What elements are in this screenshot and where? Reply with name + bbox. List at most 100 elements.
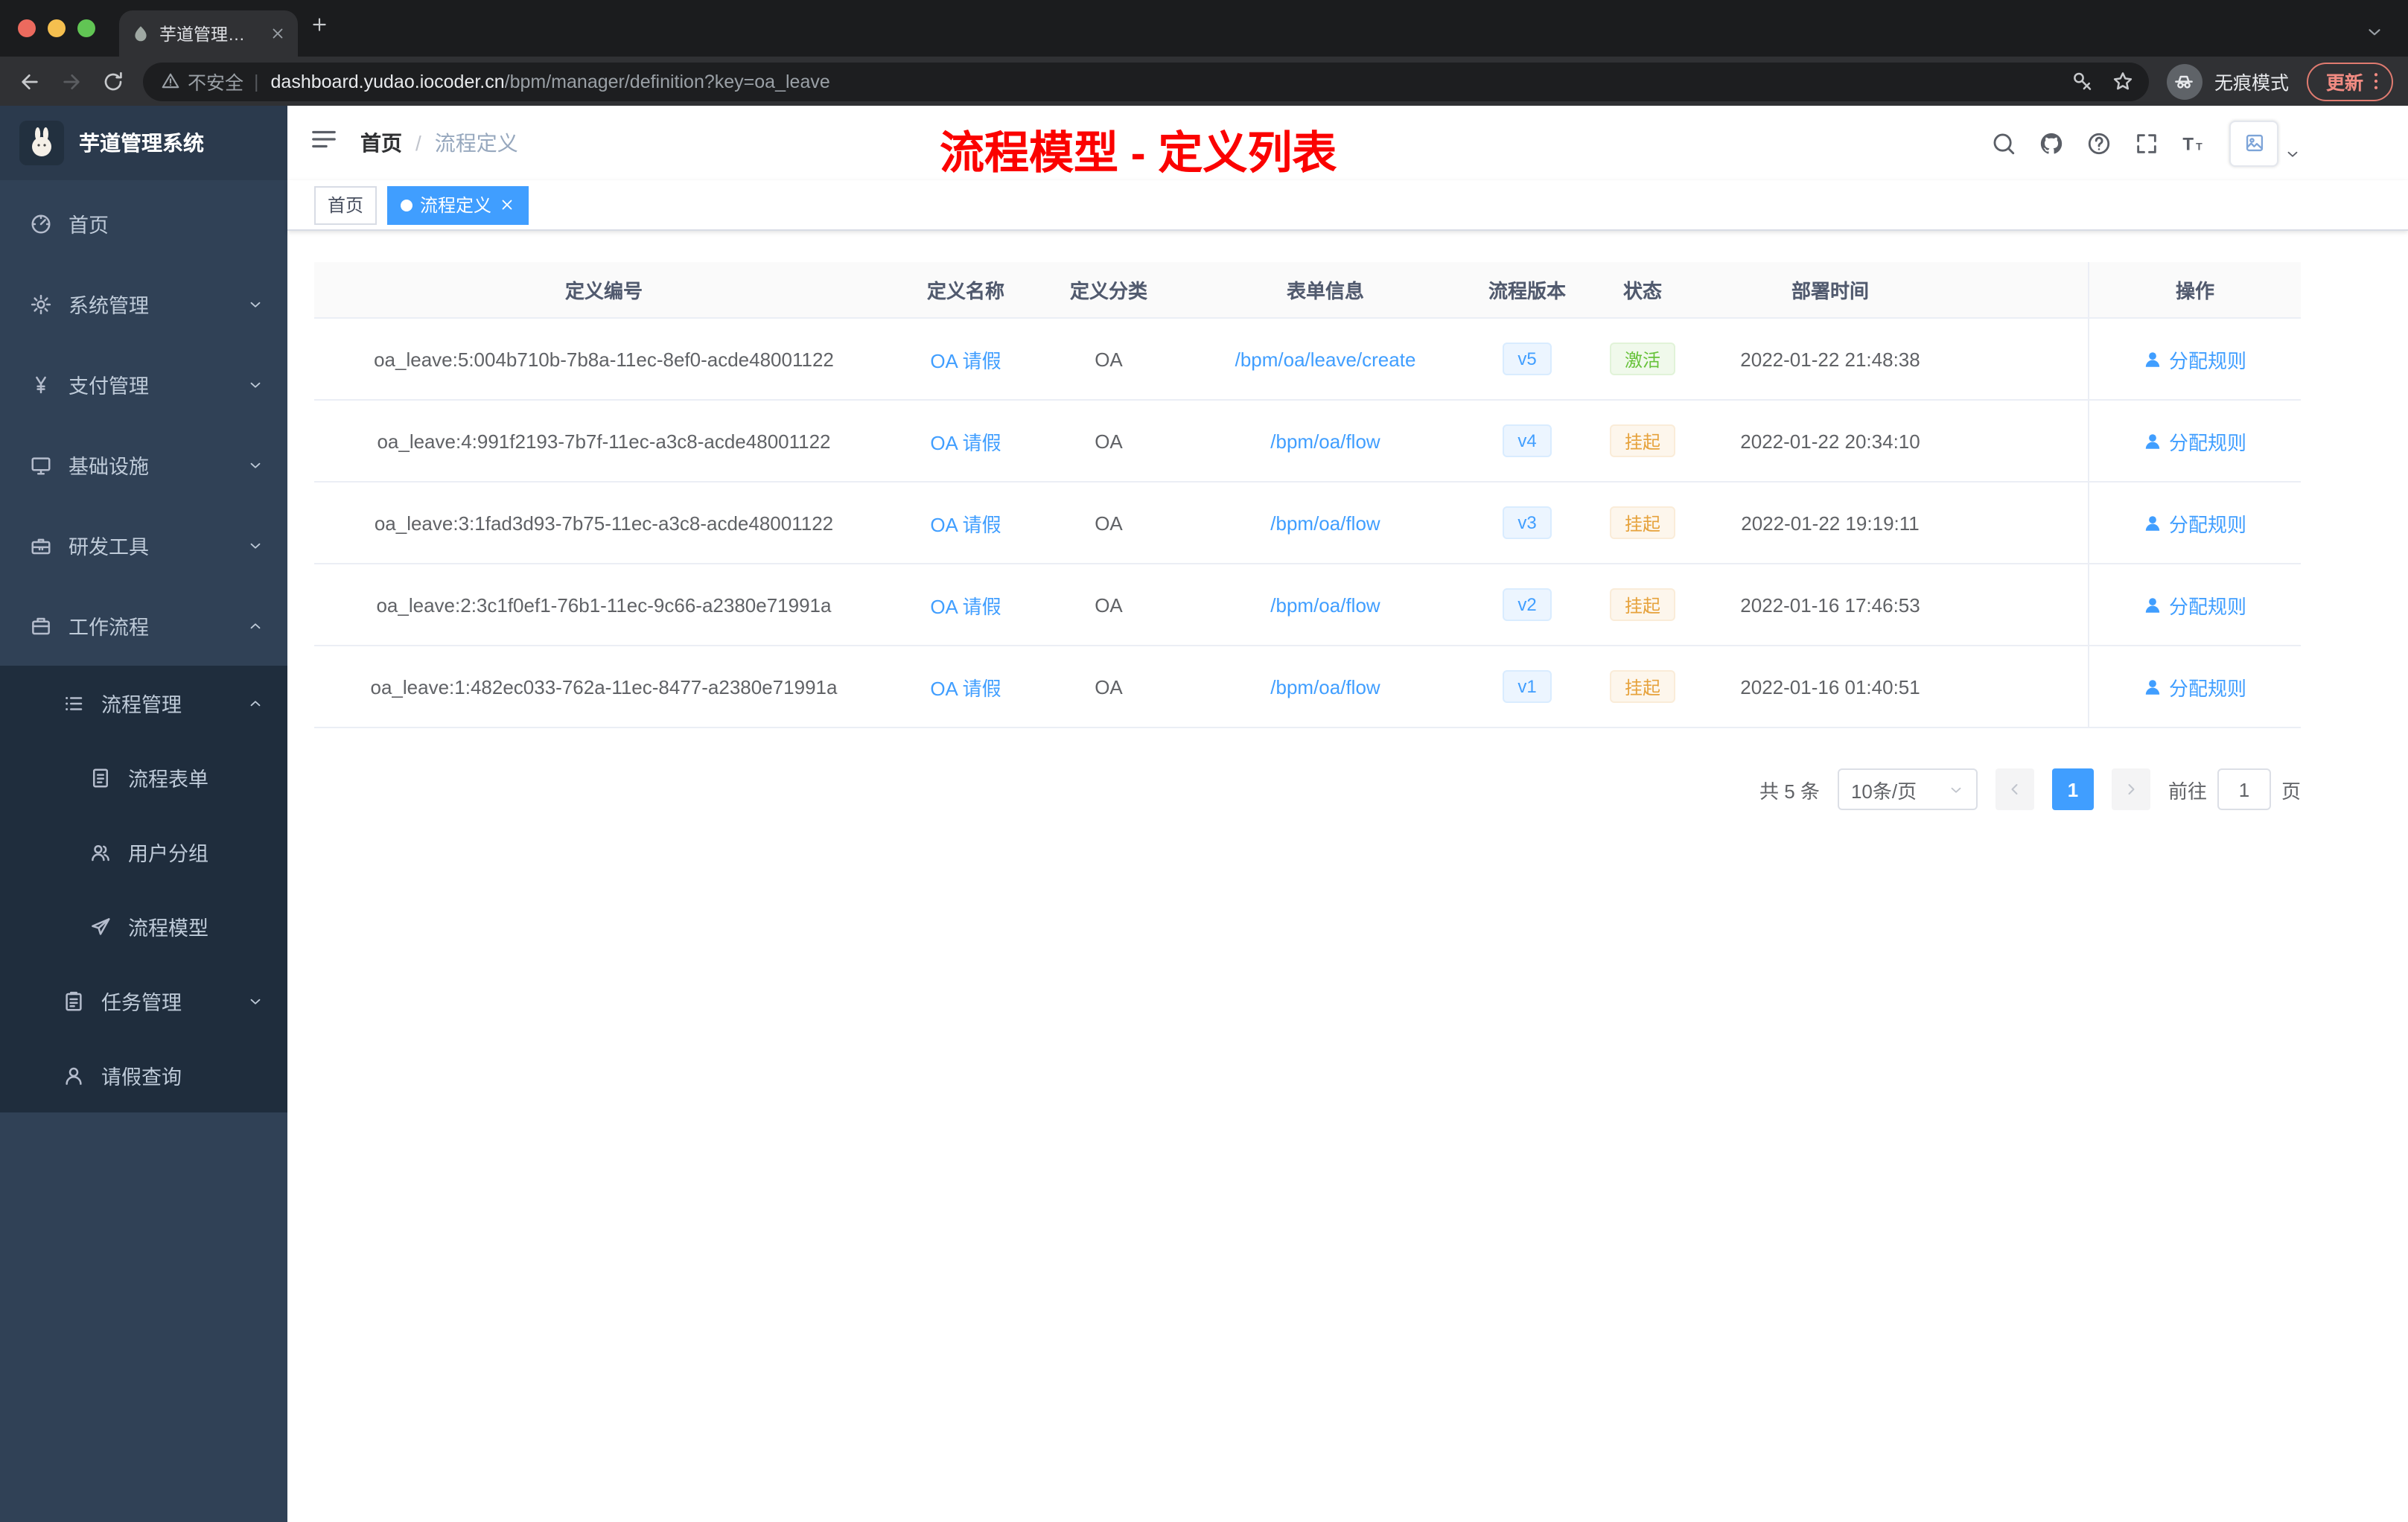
definition-name-link[interactable]: OA 请假 xyxy=(930,427,1001,455)
zoom-window-button[interactable] xyxy=(77,19,95,37)
kebab-menu-icon[interactable] xyxy=(2365,70,2387,92)
bookmark-star-icon[interactable] xyxy=(2112,70,2134,92)
column-header-name: 定义名称 xyxy=(926,280,1004,302)
tag-process-definition[interactable]: 流程定义 xyxy=(387,185,529,224)
chrome-update-button[interactable]: 更新 xyxy=(2306,62,2393,101)
assign-rule-link[interactable]: 分配规则 xyxy=(2144,345,2246,373)
cell-id: oa_leave:1:482ec033-762a-11ec-8477-a2380… xyxy=(370,675,838,698)
sidebar-item-dev-tools[interactable]: 研发工具 xyxy=(0,505,287,585)
avatar-caret-icon xyxy=(2284,145,2301,162)
hamburger-icon xyxy=(310,125,338,153)
version-tag: v2 xyxy=(1503,588,1552,621)
browser-tab[interactable]: 芋道管理系统 xyxy=(119,10,298,57)
sidebar-item-label: 流程管理 xyxy=(101,694,182,716)
definition-table: 定义编号 定义名称 定义分类 表单信息 流程版本 状态 部署时间 操作 oa_leave:5:… xyxy=(314,262,2301,728)
sidebar-item-system-manage[interactable]: 系统管理 xyxy=(0,264,287,344)
sidebar-logo[interactable]: 芋道管理系统 xyxy=(0,106,287,180)
tag-label: 首页 xyxy=(328,195,364,216)
key-icon[interactable] xyxy=(2071,70,2094,92)
column-header-category: 定义分类 xyxy=(1069,280,1147,302)
cell-filler xyxy=(1958,483,2088,563)
sidebar-item-label: 流程表单 xyxy=(128,768,208,791)
tag-close-icon[interactable] xyxy=(499,197,515,213)
help-question-icon[interactable] xyxy=(2086,130,2112,156)
goto-label: 前往 xyxy=(2167,780,2207,802)
breadcrumb-home[interactable]: 首页 xyxy=(360,128,402,158)
chevron-left-icon xyxy=(2006,780,2024,798)
back-button[interactable] xyxy=(9,60,51,102)
sidebar-item-user-group[interactable]: 用户分组 xyxy=(0,815,287,889)
tab-strip: 芋道管理系统 xyxy=(0,0,2408,57)
avatar xyxy=(2229,120,2278,166)
definition-name-link[interactable]: OA 请假 xyxy=(930,672,1001,701)
sidebar-item-process-form[interactable]: 流程表单 xyxy=(0,740,287,815)
github-icon[interactable] xyxy=(2039,130,2064,156)
close-window-button[interactable] xyxy=(18,19,36,37)
goto-page: 前往 页 xyxy=(2168,768,2301,810)
assign-rule-link[interactable]: 分配规则 xyxy=(2144,427,2246,455)
forward-button[interactable] xyxy=(51,60,92,102)
sidebar-toggle-button[interactable] xyxy=(287,125,360,161)
definition-name-link[interactable]: OA 请假 xyxy=(930,590,1001,619)
minimize-window-button[interactable] xyxy=(48,19,66,37)
browser-window: 芋道管理系统 不安全 | dashboard.yudao.iocoder.cn … xyxy=(0,0,2408,1522)
form-link[interactable]: /bpm/oa/flow xyxy=(1270,430,1380,452)
cell-id: oa_leave:4:991f2193-7b7f-11ec-a3c8-acde4… xyxy=(377,430,831,452)
sidebar-item-process-manage[interactable]: 流程管理 xyxy=(0,666,287,740)
assign-rule-link[interactable]: 分配规则 xyxy=(2144,590,2246,619)
column-header-action: 操作 xyxy=(2088,262,2301,317)
sidebar-item-label: 支付管理 xyxy=(69,375,149,398)
form-link[interactable]: /bpm/oa/flow xyxy=(1270,512,1380,534)
cell-version: v5 xyxy=(1471,319,1583,399)
tab-search-chevron-icon[interactable] xyxy=(2365,22,2384,42)
form-link[interactable]: /bpm/oa/flow xyxy=(1270,675,1380,698)
form-link[interactable]: /bpm/oa/leave/create xyxy=(1235,348,1416,370)
tag-home[interactable]: 首页 xyxy=(314,185,378,224)
address-bar[interactable]: 不安全 | dashboard.yudao.iocoder.cn /bpm/ma… xyxy=(143,62,2149,101)
incognito-icon-circle xyxy=(2166,63,2202,99)
cell-category: OA xyxy=(1095,675,1123,698)
sidebar-item-process-model[interactable]: 流程模型 xyxy=(0,889,287,964)
chevron-up-icon xyxy=(247,617,264,634)
definition-name-link[interactable]: OA 请假 xyxy=(930,509,1001,537)
cell-form: /bpm/oa/leave/create xyxy=(1179,319,1471,399)
svg-text:T: T xyxy=(2182,134,2194,154)
new-tab-button[interactable] xyxy=(310,15,345,51)
tab-close-icon[interactable] xyxy=(270,25,286,42)
fullscreen-icon[interactable] xyxy=(2134,130,2159,156)
workflow-icon xyxy=(30,614,52,637)
assign-rule-link[interactable]: 分配规则 xyxy=(2144,509,2246,537)
search-icon[interactable] xyxy=(1991,130,2016,156)
user-icon xyxy=(2144,431,2163,450)
font-size-icon[interactable]: TT xyxy=(2182,130,2207,156)
sidebar-item-home[interactable]: 首页 xyxy=(0,183,287,264)
sidebar-item-task-manage[interactable]: 任务管理 xyxy=(0,964,287,1038)
cell-name: OA 请假 xyxy=(894,483,1038,563)
prev-page-button[interactable] xyxy=(1995,768,2034,810)
cell-name: OA 请假 xyxy=(894,564,1038,645)
back-arrow-icon xyxy=(18,69,42,93)
cell-category: OA xyxy=(1095,512,1123,534)
sidebar-item-payment-manage[interactable]: 支付管理 xyxy=(0,344,287,424)
top-navbar: 首页 / 流程定义 流程模型 - 定义列表 TT xyxy=(287,106,2408,180)
sidebar-item-workflow[interactable]: 工作流程 xyxy=(0,585,287,666)
toolbox-icon xyxy=(30,534,52,556)
cell-form: /bpm/oa/flow xyxy=(1179,646,1471,727)
user-avatar-dropdown[interactable] xyxy=(2229,120,2301,166)
current-page-button[interactable]: 1 xyxy=(2051,768,2094,810)
page-size-select[interactable]: 10条/页 xyxy=(1837,768,1978,810)
cell-form: /bpm/oa/flow xyxy=(1179,483,1471,563)
form-link[interactable]: /bpm/oa/flow xyxy=(1270,593,1380,616)
cell-action: 分配规则 xyxy=(2088,319,2301,399)
pagination: 共 5 条 10条/页 1 前往 页 xyxy=(314,768,2301,810)
sidebar-item-leave-query[interactable]: 请假查询 xyxy=(0,1038,287,1112)
reload-button[interactable] xyxy=(92,60,134,102)
assign-rule-link[interactable]: 分配规则 xyxy=(2144,672,2246,701)
sidebar-item-label: 工作流程 xyxy=(69,617,149,639)
sidebar-item-infrastructure[interactable]: 基础设施 xyxy=(0,424,287,505)
goto-page-input[interactable] xyxy=(2217,768,2271,810)
definition-name-link[interactable]: OA 请假 xyxy=(930,345,1001,373)
window-controls xyxy=(0,0,119,57)
next-page-button[interactable] xyxy=(2111,768,2150,810)
user-icon xyxy=(2144,677,2163,696)
